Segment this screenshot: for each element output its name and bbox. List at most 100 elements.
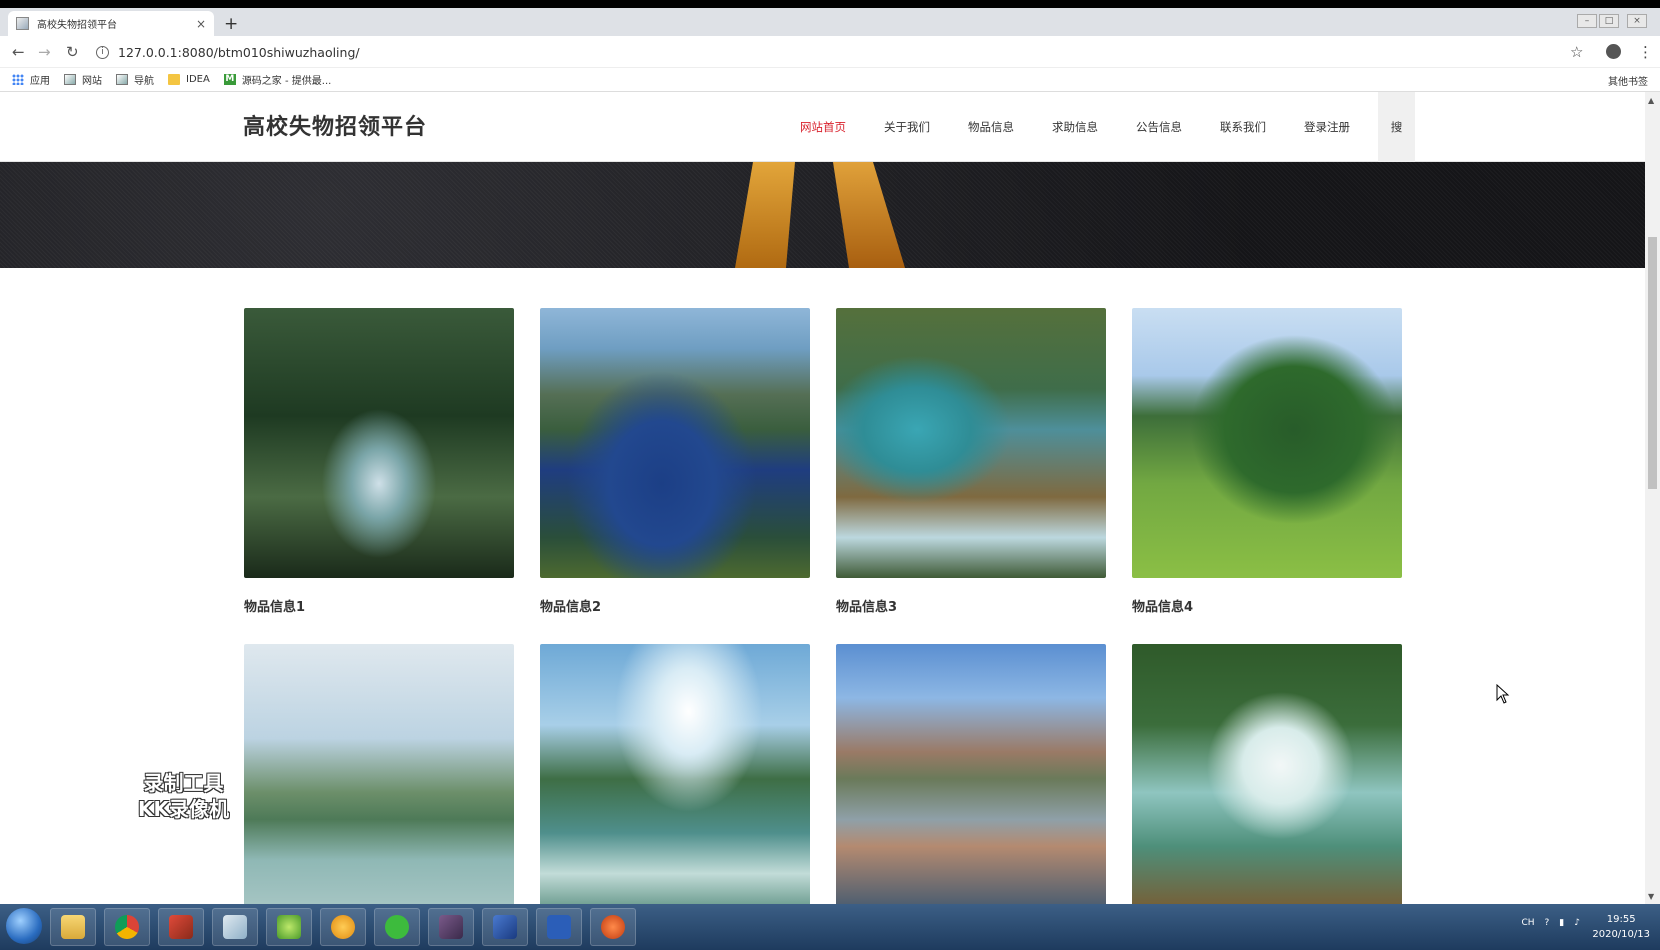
other-bookmarks[interactable]: 其他书签	[1602, 68, 1648, 92]
road-stripe	[833, 162, 905, 268]
reload-icon[interactable]: ↻	[66, 43, 79, 61]
favicon-icon	[16, 17, 29, 30]
forward-icon[interactable]: →	[38, 43, 51, 61]
tab-title: 高校失物招领平台	[37, 20, 117, 31]
close-window-button[interactable]: ×	[1627, 14, 1647, 28]
windows-taskbar: CH ? ▮ ♪ 19:55 2020/10/13	[0, 904, 1660, 950]
close-tab-icon[interactable]: ×	[196, 17, 206, 31]
taskbar-app-icon[interactable]	[212, 908, 258, 946]
item-image[interactable]	[1132, 644, 1402, 904]
site-info-icon[interactable]: i	[96, 45, 109, 59]
minimize-window-button[interactable]: –	[1577, 14, 1597, 28]
item-image[interactable]	[244, 308, 514, 578]
browser-toolbar: ← → ↻ i 127.0.0.1:8080/btm010shiwuzhaoli…	[0, 36, 1660, 68]
scroll-up-icon[interactable]: ▲	[1648, 96, 1654, 105]
clock-date: 2020/10/13	[1592, 929, 1650, 940]
page-icon	[116, 74, 128, 85]
network-icon[interactable]: ▮	[1559, 918, 1564, 928]
taskbar-app-icon[interactable]	[428, 908, 474, 946]
nav-help[interactable]: 求助信息	[1052, 119, 1098, 135]
nav-contact[interactable]: 联系我们	[1220, 119, 1266, 135]
bookmark-label: 网站	[82, 76, 102, 87]
taskbar-wechat-icon[interactable]	[374, 908, 420, 946]
taskbar-app-icon[interactable]	[158, 908, 204, 946]
url-text[interactable]: 127.0.0.1:8080/btm010shiwuzhaoling/	[118, 45, 360, 60]
item-image[interactable]	[540, 644, 810, 904]
address-bar[interactable]: i 127.0.0.1:8080/btm010shiwuzhaoling/	[96, 41, 1586, 63]
item-title[interactable]: 物品信息3	[836, 596, 1106, 615]
m-logo-icon: M	[223, 74, 236, 85]
recorder-watermark: 录制工具 KK录像机	[138, 770, 229, 822]
item-image[interactable]	[540, 308, 810, 578]
new-tab-icon[interactable]: +	[224, 14, 238, 34]
item-card[interactable]	[244, 644, 514, 904]
item-card[interactable]	[1132, 644, 1402, 904]
item-image[interactable]	[244, 644, 514, 904]
item-image[interactable]	[836, 644, 1106, 904]
page-scrollbar[interactable]	[1645, 92, 1660, 904]
item-card[interactable]: 物品信息3	[836, 308, 1106, 615]
main-nav: 网站首页 关于我们 物品信息 求助信息 公告信息 联系我们 登录注册	[800, 92, 1388, 162]
bookmark-source-home[interactable]: M 源码之家 - 提供最...	[223, 72, 332, 87]
taskbar-search-app-icon[interactable]	[320, 908, 366, 946]
bookmark-label: 源码之家 - 提供最...	[241, 76, 332, 87]
volume-icon[interactable]: ♪	[1574, 918, 1580, 928]
nav-notices[interactable]: 公告信息	[1136, 119, 1182, 135]
road-stripe	[735, 162, 795, 268]
folder-icon	[168, 74, 180, 85]
profile-avatar-icon[interactable]	[1606, 44, 1621, 59]
bookmark-label: 应用	[30, 76, 50, 87]
bookmark-label: 导航	[134, 76, 154, 87]
taskbar-app-icon[interactable]	[482, 908, 528, 946]
item-card[interactable]: 物品信息1	[244, 308, 514, 615]
nav-items[interactable]: 物品信息	[968, 119, 1014, 135]
clock-time: 19:55	[1606, 914, 1636, 925]
taskbar-app-icon[interactable]	[266, 908, 312, 946]
item-card[interactable]: 物品信息2	[540, 308, 810, 615]
bookmarks-bar: 应用 网站 导航 IDEA M 源码之家 - 提供最... 其他书签	[0, 68, 1660, 92]
taskbar-chrome-icon[interactable]	[104, 908, 150, 946]
nav-home[interactable]: 网站首页	[800, 119, 846, 135]
site-header: 高校失物招领平台 网站首页 关于我们 物品信息 求助信息 公告信息 联系我们 登…	[0, 92, 1645, 162]
site-brand[interactable]: 高校失物招领平台	[243, 109, 427, 141]
browser-tab[interactable]: 高校失物招领平台 ×	[8, 11, 214, 36]
hero-banner	[0, 162, 1645, 268]
bookmark-idea[interactable]: IDEA	[168, 74, 210, 85]
scroll-down-icon[interactable]: ▼	[1648, 892, 1654, 901]
item-image[interactable]	[836, 308, 1106, 578]
item-title[interactable]: 物品信息1	[244, 596, 514, 615]
browser-tab-strip: 高校失物招领平台 × + – □ ×	[0, 8, 1660, 36]
start-button[interactable]	[6, 908, 42, 944]
mouse-cursor-icon	[1496, 684, 1510, 704]
item-card[interactable]	[836, 644, 1106, 904]
item-title[interactable]: 物品信息2	[540, 596, 810, 615]
taskbar-word-icon[interactable]	[536, 908, 582, 946]
system-tray[interactable]: CH ? ▮ ♪	[1521, 918, 1580, 928]
bookmark-apps[interactable]: 应用	[12, 72, 50, 87]
apps-grid-icon	[12, 74, 24, 85]
back-icon[interactable]: ←	[12, 43, 25, 61]
nav-login[interactable]: 登录注册	[1304, 119, 1350, 135]
taskbar-app-icon[interactable]	[590, 908, 636, 946]
nav-about[interactable]: 关于我们	[884, 119, 930, 135]
system-clock[interactable]: 19:55 2020/10/13	[1592, 912, 1650, 942]
bookmark-navigation[interactable]: 导航	[116, 72, 154, 87]
taskbar-explorer-icon[interactable]	[50, 908, 96, 946]
input-method-indicator[interactable]: CH	[1521, 918, 1534, 928]
browser-menu-icon[interactable]: ⋮	[1638, 43, 1653, 61]
window-top-border	[0, 0, 1660, 8]
scrollbar-thumb[interactable]	[1648, 237, 1657, 489]
item-card[interactable]	[540, 644, 810, 904]
bookmark-star-icon[interactable]: ☆	[1570, 43, 1583, 61]
item-title[interactable]: 物品信息4	[1132, 596, 1402, 615]
other-bookmarks-label: 其他书签	[1608, 76, 1648, 88]
watermark-line1: 录制工具	[143, 771, 224, 795]
bookmark-label: IDEA	[186, 74, 210, 85]
maximize-window-button[interactable]: □	[1599, 14, 1619, 28]
help-icon[interactable]: ?	[1545, 918, 1550, 928]
bookmark-website[interactable]: 网站	[64, 72, 102, 87]
item-image[interactable]	[1132, 308, 1402, 578]
search-button[interactable]: 搜	[1378, 92, 1415, 162]
page-viewport: 高校失物招领平台 网站首页 关于我们 物品信息 求助信息 公告信息 联系我们 登…	[0, 92, 1645, 904]
item-card[interactable]: 物品信息4	[1132, 308, 1402, 615]
